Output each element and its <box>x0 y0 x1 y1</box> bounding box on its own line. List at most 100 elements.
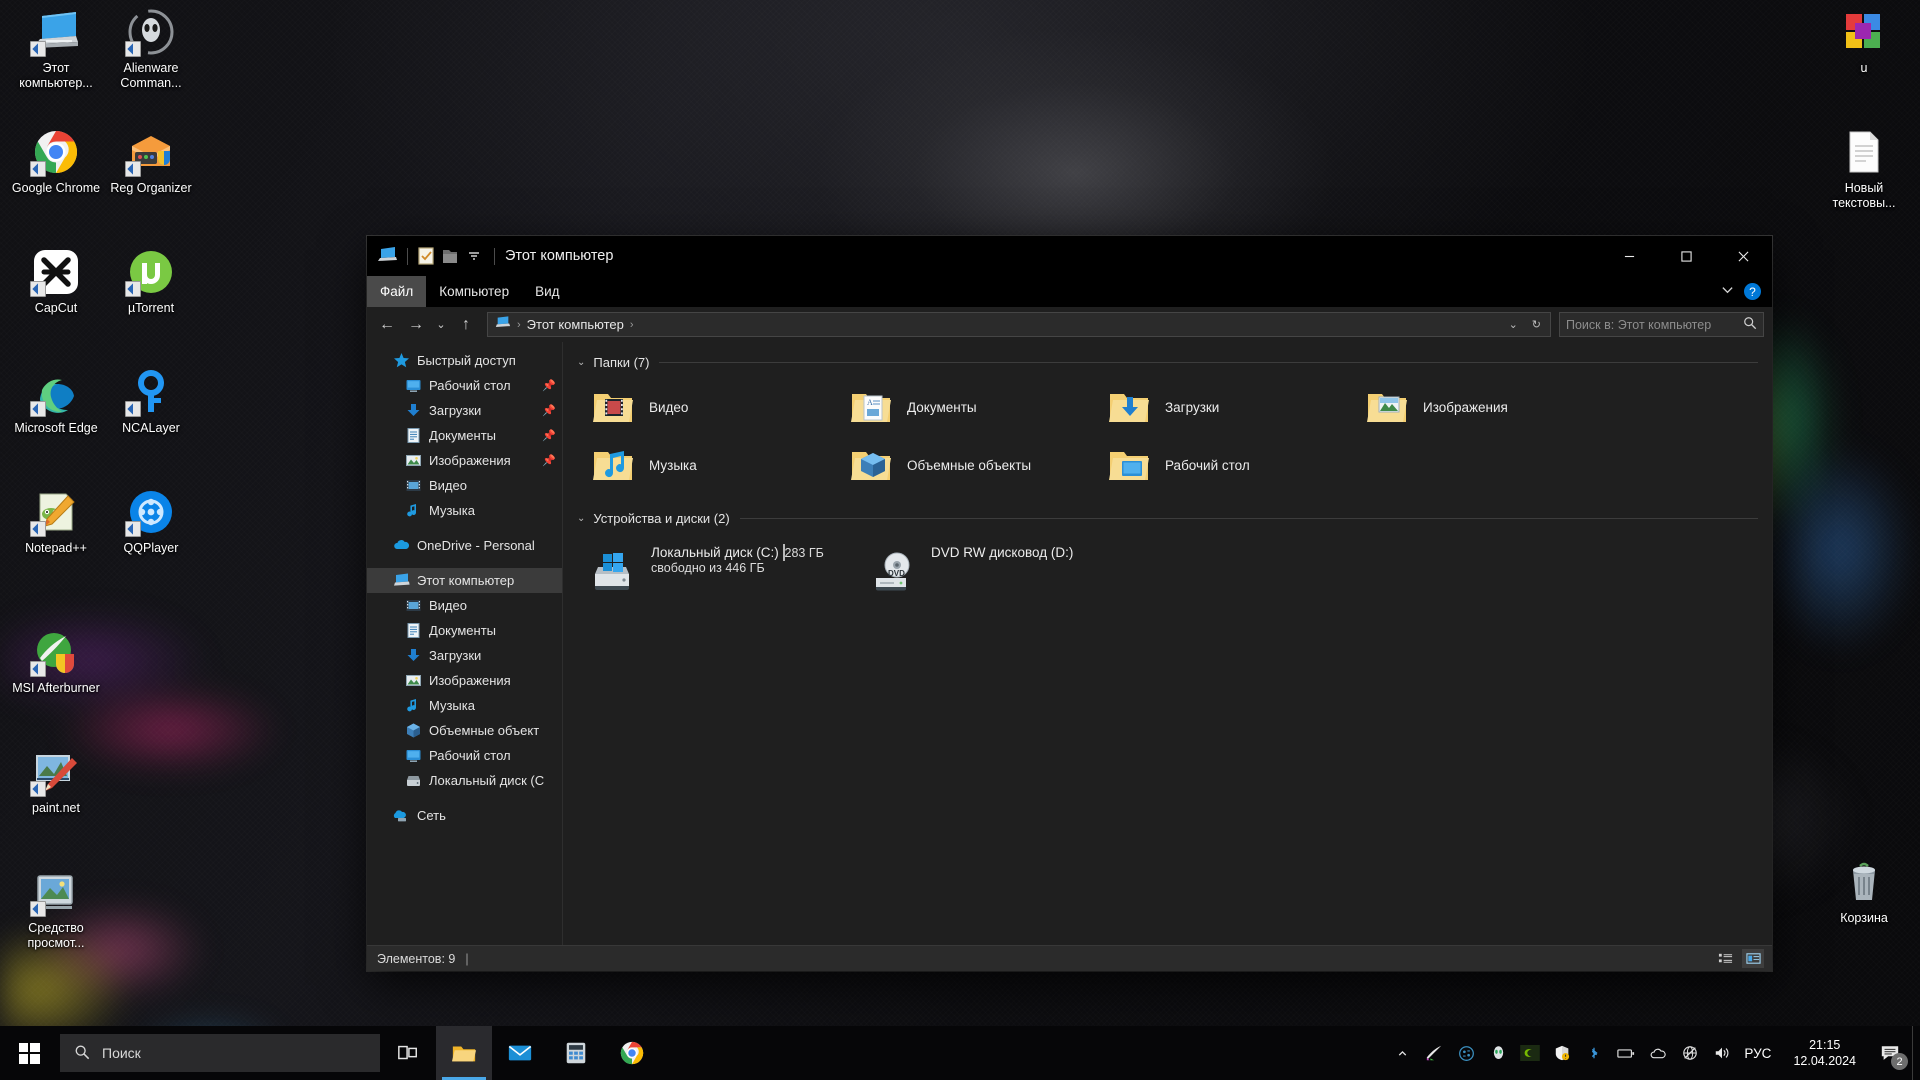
sidebar-item-desktop[interactable]: Рабочий стол <box>367 743 562 768</box>
desktop-icon-alienware[interactable]: Alienware Comman... <box>105 8 197 90</box>
nvidia-tray-icon[interactable] <box>1517 1040 1543 1066</box>
window-titlebar[interactable]: Этот компьютер <box>367 236 1772 276</box>
minimize-button[interactable] <box>1601 236 1658 276</box>
battery-tray-icon[interactable] <box>1613 1040 1639 1066</box>
group-header-folders[interactable]: ⌄ Папки (7) <box>577 350 1772 374</box>
customize-dropdown-icon[interactable] <box>463 245 485 267</box>
pin-icon[interactable]: 📌 <box>542 404 556 417</box>
taskbar-mail-button[interactable] <box>492 1026 548 1080</box>
new-folder-icon[interactable] <box>439 245 461 267</box>
pin-icon[interactable]: 📌 <box>542 379 556 392</box>
address-dropdown-icon[interactable]: ⌄ <box>1504 318 1523 331</box>
file-explorer-window[interactable]: Этот компьютер Файл Компьютер Вид ? ← → … <box>367 236 1772 971</box>
recent-locations-button[interactable]: ⌄ <box>431 311 451 339</box>
desktop-icon-text-file[interactable]: Новый текстовы... <box>1818 128 1910 210</box>
start-button[interactable] <box>0 1026 58 1080</box>
status-view-buttons[interactable] <box>1714 949 1764 968</box>
system-tray[interactable]: РУС 21:15 12.04.2024 2 <box>1386 1026 1920 1080</box>
network-tray-icon[interactable] <box>1677 1040 1703 1066</box>
hidden-icons-icon[interactable] <box>1389 1040 1415 1066</box>
maximize-button[interactable] <box>1658 236 1715 276</box>
sidebar-item-downloads[interactable]: Загрузки <box>367 643 562 668</box>
taskbar-calculator-button[interactable] <box>548 1026 604 1080</box>
folder-item-desktop[interactable]: Рабочий стол <box>1093 436 1351 494</box>
taskbar[interactable]: Поиск РУС 21:15 12.04.2024 2 <box>0 1026 1920 1080</box>
sidebar-item-videos[interactable]: Видео <box>367 593 562 618</box>
language-indicator[interactable]: РУС <box>1738 1046 1781 1061</box>
content-pane[interactable]: ⌄ Папки (7) Видео A Документы Загрузки И… <box>563 342 1772 945</box>
properties-icon[interactable] <box>415 245 437 267</box>
group-header-drives[interactable]: ⌄ Устройства и диски (2) <box>577 506 1772 530</box>
folder-item-videos[interactable]: Видео <box>577 378 835 436</box>
breadcrumb-separator-2[interactable]: › <box>628 319 636 331</box>
bluetooth-tray-icon[interactable] <box>1581 1040 1607 1066</box>
search-icon[interactable] <box>1743 316 1757 333</box>
ribbon-right-controls[interactable]: ? <box>1721 276 1772 307</box>
taskbar-clock[interactable]: 21:15 12.04.2024 <box>1781 1037 1868 1069</box>
chevron-down-icon[interactable] <box>1721 283 1734 301</box>
desktop-icon-ncalayer[interactable]: NCALayer <box>105 368 197 436</box>
sidebar-item-music[interactable]: Музыка <box>367 693 562 718</box>
desktop-icon-photo-viewer[interactable]: Средство просмот... <box>10 868 102 950</box>
sidebar-item-onedrive[interactable]: OneDrive - Personal <box>367 533 562 558</box>
folder-item-documents[interactable]: A Документы <box>835 378 1093 436</box>
taskbar-file-explorer-button[interactable] <box>436 1026 492 1080</box>
tab-computer[interactable]: Компьютер <box>426 276 522 307</box>
folder-item-pictures[interactable]: Изображения <box>1351 378 1609 436</box>
folder-item-downloads[interactable]: Загрузки <box>1093 378 1351 436</box>
desktop-icon-notepadpp[interactable]: Notepad++ <box>10 488 102 556</box>
sidebar-item-music-qa[interactable]: Музыка <box>367 498 562 523</box>
show-desktop-button[interactable] <box>1912 1026 1920 1080</box>
chevron-down-icon[interactable]: ⌄ <box>577 513 585 524</box>
drive-item-dvd-rw[interactable]: DVD DVD RW дисковод (D:) <box>857 534 1137 596</box>
chevron-down-icon[interactable]: ⌄ <box>577 357 585 368</box>
sidebar-item-desktop-qa[interactable]: Рабочий стол 📌 <box>367 373 562 398</box>
alienware-head-tray-icon[interactable] <box>1485 1040 1511 1066</box>
pin-icon[interactable]: 📌 <box>542 429 556 442</box>
msi-afterburner-tray-icon[interactable] <box>1421 1040 1447 1066</box>
up-button[interactable]: ↑ <box>452 311 480 339</box>
breadcrumb-this-pc[interactable]: Этот компьютер <box>527 317 624 332</box>
drive-item-local-disk-c[interactable]: Локальный диск (C:) 283 ГБ свободно из 4… <box>577 534 857 596</box>
security-shield-tray-icon[interactable] <box>1549 1040 1575 1066</box>
forward-button[interactable]: → <box>402 311 430 339</box>
address-toolbar[interactable]: ← → ⌄ ↑ › Этот компьютер › ⌄ ↻ Поиск в: … <box>367 307 1772 342</box>
address-bar[interactable]: › Этот компьютер › ⌄ ↻ <box>487 312 1551 337</box>
sidebar-item-videos-qa[interactable]: Видео <box>367 473 562 498</box>
notifications-button[interactable]: 2 <box>1868 1026 1912 1080</box>
desktop-icon-utorrent[interactable]: µTorrent <box>105 248 197 316</box>
folder-item-3d-objects[interactable]: Объемные объекты <box>835 436 1093 494</box>
close-button[interactable] <box>1715 236 1772 276</box>
desktop-icon-recycle-bin[interactable]: Корзина <box>1818 858 1910 926</box>
this-pc-icon[interactable] <box>376 245 398 267</box>
task-view-button[interactable] <box>380 1026 436 1080</box>
sidebar-item-documents[interactable]: Документы <box>367 618 562 643</box>
refresh-icon[interactable]: ↻ <box>1527 318 1546 331</box>
sidebar-item-network[interactable]: Сеть <box>367 803 562 828</box>
sidebar-item-pictures[interactable]: Изображения <box>367 668 562 693</box>
volume-tray-icon[interactable] <box>1709 1040 1735 1066</box>
alienware-fx-tray-icon[interactable] <box>1453 1040 1479 1066</box>
details-view-icon[interactable] <box>1714 949 1736 968</box>
desktop-icon-reg-organizer[interactable]: Reg Organizer <box>105 128 197 196</box>
desktop-icon-capcut[interactable]: CapCut <box>10 248 102 316</box>
help-icon[interactable]: ? <box>1744 283 1761 300</box>
folder-item-music[interactable]: Музыка <box>577 436 835 494</box>
desktop-icon-paintnet[interactable]: paint.net <box>10 748 102 816</box>
desktop-icon-archive[interactable]: u <box>1818 8 1910 76</box>
sidebar-item-this-pc[interactable]: Этот компьютер <box>367 568 562 593</box>
desktop-icon-msi-afterburner[interactable]: MSI Afterburner <box>10 628 102 696</box>
search-input[interactable]: Поиск в: Этот компьютер <box>1559 312 1764 337</box>
navigation-pane[interactable]: Быстрый доступ Рабочий стол 📌 Загрузки 📌 <box>367 342 563 945</box>
tab-view[interactable]: Вид <box>522 276 572 307</box>
tiles-view-icon[interactable] <box>1742 949 1764 968</box>
onedrive-tray-icon[interactable] <box>1645 1040 1671 1066</box>
sidebar-item-3d-objects[interactable]: Объемные объект <box>367 718 562 743</box>
ribbon-tabs[interactable]: Файл Компьютер Вид ? <box>367 276 1772 307</box>
sidebar-item-downloads-qa[interactable]: Загрузки 📌 <box>367 398 562 423</box>
taskbar-chrome-button[interactable] <box>604 1026 660 1080</box>
desktop-icon-this-pc[interactable]: Этот компьютер... <box>10 8 102 90</box>
desktop-icon-edge[interactable]: Microsoft Edge <box>10 368 102 436</box>
pin-icon[interactable]: 📌 <box>542 454 556 467</box>
sidebar-item-pictures-qa[interactable]: Изображения 📌 <box>367 448 562 473</box>
